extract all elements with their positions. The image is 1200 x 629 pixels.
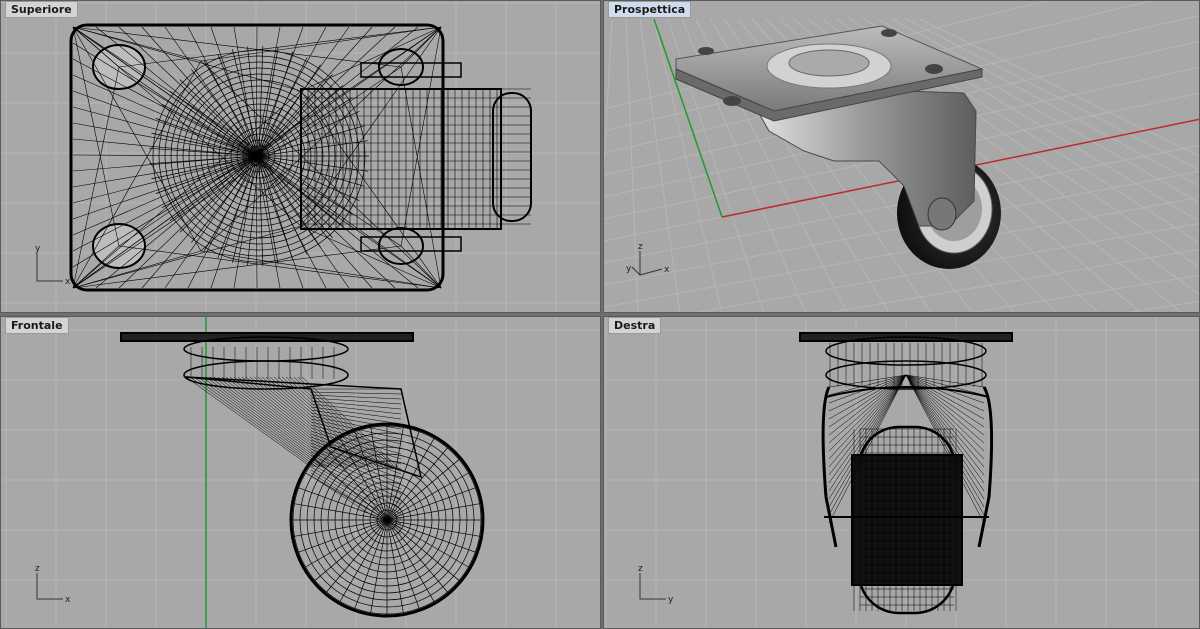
svg-text:y: y — [35, 244, 41, 254]
wheel-body — [851, 454, 963, 586]
viewport-top-label[interactable]: Superiore — [5, 1, 78, 18]
axis-indicator: z x y — [626, 242, 670, 276]
caster-wireframe-top — [69, 23, 532, 292]
viewport-right-label[interactable]: Destra — [608, 317, 662, 334]
plate-hole — [925, 64, 943, 74]
wheel-tread — [492, 92, 532, 222]
plate-hole — [881, 29, 897, 37]
svg-text:z: z — [638, 242, 643, 252]
plate-hole — [698, 47, 714, 55]
wheel-body — [300, 88, 502, 230]
axis-indicator: y x — [35, 244, 71, 287]
plate-hole — [723, 96, 741, 106]
axle-cap — [927, 197, 957, 231]
svg-text:z: z — [35, 564, 40, 574]
viewport-front[interactable]: Frontale z x — [0, 316, 601, 629]
viewport-top[interactable]: Superiore y x — [0, 0, 601, 313]
svg-text:z: z — [638, 564, 643, 574]
viewport-right-canvas[interactable]: z y — [604, 317, 1200, 629]
caster-wireframe-right — [799, 332, 1013, 615]
viewport-layout: Superiore y x Prospettica z x y Frontale… — [0, 0, 1200, 629]
viewport-perspective[interactable]: Prospettica z x y — [603, 0, 1200, 313]
svg-text:x: x — [664, 265, 670, 275]
viewport-front-label[interactable]: Frontale — [5, 317, 69, 334]
svg-text:y: y — [626, 264, 632, 274]
viewport-right[interactable]: Destra z y — [603, 316, 1200, 629]
svg-text:x: x — [65, 277, 71, 287]
viewport-top-canvas[interactable]: y x — [1, 1, 601, 313]
viewport-perspective-label[interactable]: Prospettica — [608, 1, 692, 18]
viewport-front-canvas[interactable]: z x — [1, 317, 601, 629]
axis-indicator: z x — [35, 564, 71, 605]
svg-text:y: y — [668, 595, 674, 605]
swivel-center — [788, 49, 870, 77]
svg-text:x: x — [65, 595, 71, 605]
caster-wireframe-front — [120, 332, 485, 618]
viewport-perspective-canvas[interactable]: z x y — [604, 1, 1200, 313]
